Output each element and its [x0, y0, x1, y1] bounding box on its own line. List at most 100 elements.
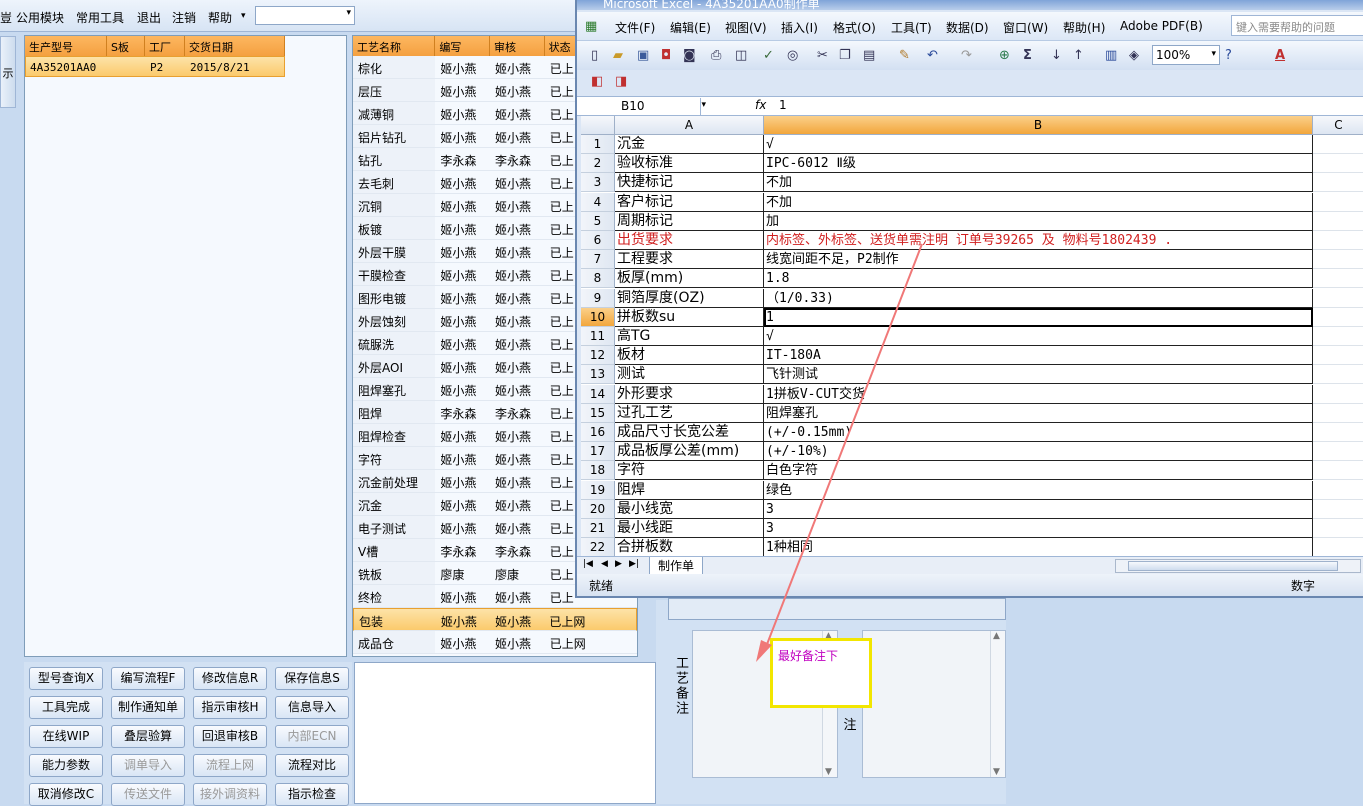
row-header[interactable]: 18	[581, 461, 615, 481]
row-header[interactable]: 5	[581, 211, 615, 231]
excel-menu-window[interactable]: 窗口(W)	[1003, 19, 1048, 36]
table-row[interactable]: 包装 姬小燕 姬小燕 已上网	[353, 608, 637, 631]
menu-item-partial[interactable]: 豈	[0, 9, 12, 26]
row-header[interactable]: 6	[581, 231, 615, 250]
cell-c[interactable]	[1313, 538, 1363, 556]
print-preview-icon[interactable]: ◫	[735, 48, 747, 63]
cell-a[interactable]: 板材	[615, 346, 764, 366]
cell-a[interactable]: 拼板数su	[615, 307, 764, 327]
cell-c[interactable]	[1313, 193, 1363, 212]
sheet-tab-active[interactable]: 制作单	[649, 557, 704, 575]
cell-a[interactable]: 阻焊	[615, 480, 764, 500]
cell-c[interactable]	[1313, 154, 1363, 174]
help-dropdown-arrow-icon[interactable]: ▾	[241, 11, 246, 21]
row-header[interactable]: 13	[581, 365, 615, 385]
cell-c[interactable]	[1313, 250, 1363, 270]
print-icon[interactable]: ⎙	[711, 48, 721, 63]
row-header[interactable]: 11	[581, 327, 615, 346]
cell-c[interactable]	[1313, 173, 1363, 193]
action-button[interactable]: 取消修改C	[29, 783, 103, 806]
redo-icon[interactable]: ↷	[961, 48, 972, 63]
action-button[interactable]: 信息导入	[275, 696, 349, 719]
drawing-icon[interactable]: ◈	[1129, 48, 1139, 63]
cell-c[interactable]	[1313, 442, 1363, 462]
cell-b[interactable]: √	[764, 135, 1313, 154]
cell-a[interactable]: 成品尺寸长宽公差	[615, 423, 764, 442]
name-box[interactable]: B10 ▾	[581, 98, 706, 115]
action-button[interactable]: 回退审核B	[193, 725, 267, 748]
next-sheet-icon[interactable]: ▶	[615, 559, 622, 569]
cut-icon[interactable]: ✂	[817, 48, 828, 63]
cell-c[interactable]	[1313, 385, 1363, 404]
header-s-board[interactable]: S板	[107, 36, 145, 56]
cell-b[interactable]: 1种相同	[764, 538, 1313, 556]
copy-icon[interactable]: ❐	[839, 48, 851, 63]
action-button[interactable]: 内部ECN	[275, 725, 349, 748]
menu-logout[interactable]: 注销	[172, 9, 196, 26]
action-button[interactable]: 编写流程F	[111, 667, 185, 690]
remark-textarea-2[interactable]	[862, 630, 1006, 778]
scrollbar-thumb[interactable]	[1128, 561, 1338, 571]
column-header-b[interactable]: B	[764, 116, 1313, 135]
excel-menu-edit[interactable]: 编辑(E)	[670, 19, 711, 36]
format-painter-icon[interactable]: ✎	[899, 48, 910, 63]
cell-b[interactable]: 白色字符	[764, 461, 1313, 481]
convert-pdf-email-icon[interactable]: ◨	[615, 74, 627, 89]
cell-b[interactable]: (+/-0.15mm)	[764, 423, 1313, 442]
action-button[interactable]: 能力参数	[29, 754, 103, 777]
cell-b[interactable]: 阻焊塞孔	[764, 403, 1313, 423]
menu-public-modules[interactable]: 公用模块	[16, 9, 64, 26]
action-button[interactable]: 保存信息S	[275, 667, 349, 690]
cell-a[interactable]: 沉金	[615, 135, 764, 154]
excel-menu-insert[interactable]: 插入(I)	[781, 19, 818, 36]
hyperlink-icon[interactable]: ⊕	[999, 48, 1010, 63]
action-button[interactable]: 流程上网	[193, 754, 267, 777]
research-icon[interactable]: ◎	[787, 48, 798, 63]
cell-b[interactable]: 不加	[764, 192, 1313, 212]
cell-b[interactable]: 1	[764, 307, 1313, 327]
chart-wizard-icon[interactable]: ▥	[1105, 48, 1117, 63]
row-header[interactable]: 4	[581, 192, 615, 212]
cell-b[interactable]: IT-180A	[764, 346, 1313, 366]
help-icon[interactable]: ?	[1225, 48, 1232, 63]
cell-c[interactable]	[1313, 135, 1363, 154]
cell-c[interactable]	[1313, 500, 1363, 519]
menu-exit[interactable]: 退出	[137, 9, 161, 26]
cell-a[interactable]: 板厚(mm)	[615, 269, 764, 289]
paste-icon[interactable]: ▤	[863, 48, 875, 63]
row-header[interactable]: 9	[581, 288, 615, 308]
cell-a[interactable]: 周期标记	[615, 211, 764, 231]
prev-sheet-icon[interactable]: ◀	[601, 559, 608, 569]
cell-b[interactable]: 线宽间距不足，P2制作	[764, 250, 1313, 270]
note-textarea[interactable]	[354, 662, 656, 804]
row-header[interactable]: 15	[581, 403, 615, 423]
cell-b[interactable]: 1.8	[764, 269, 1313, 289]
action-button[interactable]: 叠层验算	[111, 725, 185, 748]
cell-a[interactable]: 测试	[615, 365, 764, 385]
pdf-icon[interactable]: ◘	[661, 48, 671, 63]
chevron-down-icon[interactable]: ▾	[701, 100, 706, 110]
save-icon[interactable]: ▣	[637, 48, 649, 63]
header-author[interactable]: 编写	[435, 36, 491, 56]
row-header[interactable]: 1	[581, 135, 615, 154]
excel-menu-view[interactable]: 视图(V)	[725, 19, 767, 36]
first-sheet-icon[interactable]: |◀	[583, 559, 593, 569]
action-button[interactable]: 型号查询X	[29, 667, 103, 690]
header-factory[interactable]: 工厂	[145, 36, 185, 56]
cell-b[interactable]: 加	[764, 211, 1313, 231]
cell-c[interactable]	[1313, 365, 1363, 385]
remark-scrollbar-2[interactable]: ▲ ▼	[990, 631, 1005, 777]
menu-common-tools[interactable]: 常用工具	[76, 9, 124, 26]
column-header-c[interactable]: C	[1313, 116, 1363, 135]
excel-menu-format[interactable]: 格式(O)	[833, 19, 876, 36]
action-button[interactable]: 修改信息R	[193, 667, 267, 690]
action-button[interactable]: 调单导入	[111, 754, 185, 777]
cell-a[interactable]: 合拼板数	[615, 538, 764, 556]
convert-pdf-icon[interactable]: ◧	[591, 74, 603, 89]
formula-input[interactable]: 1	[779, 98, 787, 112]
header-model-no[interactable]: 生产型号	[25, 36, 107, 56]
action-button[interactable]: 接外调资料	[193, 783, 267, 806]
cell-a[interactable]: 外形要求	[615, 384, 764, 404]
cell-b[interactable]: 不加	[764, 173, 1313, 193]
excel-menu-tools[interactable]: 工具(T)	[891, 19, 932, 36]
